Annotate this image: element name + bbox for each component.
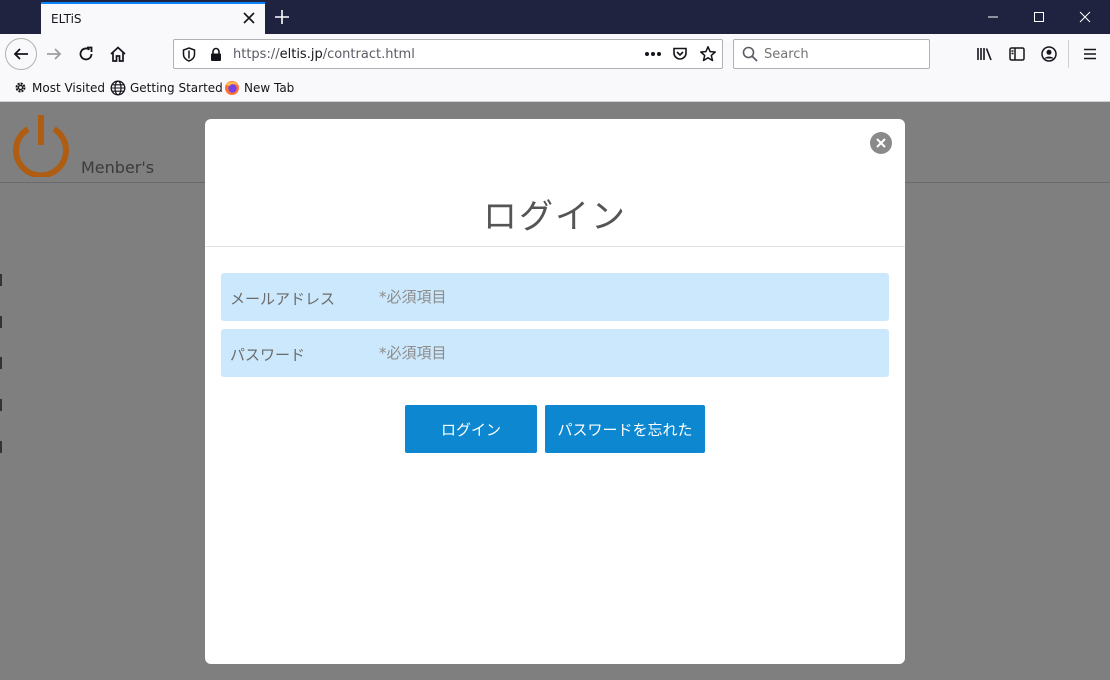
library-icon xyxy=(977,48,992,61)
password-field-row: パスワード xyxy=(221,329,889,377)
email-label: メールアドレス xyxy=(230,290,336,308)
home-icon xyxy=(110,46,126,62)
nav-toolbar: https://eltis.jp/contract.html Search xyxy=(0,34,1110,74)
account-button[interactable] xyxy=(1033,38,1065,70)
edge-mark xyxy=(0,274,2,286)
new-tab-icon[interactable] xyxy=(272,7,292,27)
bookmark-getting-started[interactable]: Getting Started xyxy=(110,80,223,96)
bookmark-label: Getting Started xyxy=(130,81,223,95)
edge-mark xyxy=(0,316,2,328)
maximize-icon xyxy=(1034,12,1044,22)
bookmarks-toolbar: Most Visited Getting Started New Tab xyxy=(0,74,1110,102)
shield-icon[interactable] xyxy=(182,47,196,62)
password-label: パスワード xyxy=(230,346,306,364)
login-modal: ログイン メールアドレス パスワード ログイン パスワードを忘れた xyxy=(205,119,905,664)
home-button[interactable] xyxy=(102,38,134,70)
maximize-button[interactable] xyxy=(1016,0,1062,34)
close-icon xyxy=(876,138,886,148)
menu-button[interactable] xyxy=(1074,38,1106,70)
back-arrow-icon xyxy=(13,48,28,60)
reload-button[interactable] xyxy=(70,38,102,70)
edge-mark xyxy=(0,399,2,411)
reload-icon xyxy=(79,46,93,61)
hamburger-menu-icon xyxy=(1084,48,1096,60)
toolbar-separator xyxy=(1068,40,1069,68)
edge-mark xyxy=(0,441,2,453)
url-text[interactable]: https://eltis.jp/contract.html xyxy=(233,47,415,62)
sidebar-button[interactable] xyxy=(1001,38,1033,70)
bookmark-new-tab[interactable]: New Tab xyxy=(224,80,294,96)
forward-arrow-icon xyxy=(47,48,62,60)
bookmark-label: New Tab xyxy=(244,81,295,95)
page-actions-icon[interactable] xyxy=(644,51,662,57)
forward-button[interactable] xyxy=(38,38,70,70)
search-placeholder: Search xyxy=(764,47,809,62)
firefox-icon xyxy=(225,81,239,95)
globe-icon xyxy=(110,80,126,96)
power-logo-icon xyxy=(13,115,69,177)
pocket-icon[interactable] xyxy=(672,46,688,62)
modal-divider xyxy=(205,246,905,247)
sidebar-icon xyxy=(1009,47,1025,61)
minimize-icon xyxy=(988,16,998,18)
modal-title: ログイン xyxy=(483,197,627,237)
login-button[interactable]: ログイン xyxy=(405,405,537,453)
member-label: Menber's xyxy=(81,158,155,177)
bookmark-label: Most Visited xyxy=(32,80,106,95)
close-window-icon xyxy=(1079,11,1091,23)
email-input[interactable] xyxy=(379,281,879,313)
edge-mark xyxy=(0,357,2,369)
modal-close-button[interactable] xyxy=(870,132,892,154)
bookmark-star-icon[interactable] xyxy=(699,45,717,63)
browser-tab[interactable]: ELTiS xyxy=(41,2,265,34)
minimize-button[interactable] xyxy=(970,0,1016,34)
tab-title: ELTiS xyxy=(51,12,82,26)
account-icon xyxy=(1041,46,1057,62)
close-tab-icon[interactable] xyxy=(241,10,257,26)
back-button[interactable] xyxy=(5,38,37,70)
search-bar[interactable]: Search xyxy=(733,39,930,69)
search-icon xyxy=(742,46,758,62)
library-button[interactable] xyxy=(969,38,1001,70)
url-bar[interactable]: https://eltis.jp/contract.html xyxy=(173,39,723,69)
forgot-password-button[interactable]: パスワードを忘れた xyxy=(545,405,705,453)
lock-icon[interactable] xyxy=(209,47,223,62)
close-window-button[interactable] xyxy=(1062,0,1108,34)
gear-icon xyxy=(15,82,26,93)
bookmark-most-visited[interactable]: Most Visited xyxy=(13,80,105,95)
email-field-row: メールアドレス xyxy=(221,273,889,321)
browser-titlebar: ELTiS xyxy=(0,0,1110,34)
password-input[interactable] xyxy=(379,337,879,369)
